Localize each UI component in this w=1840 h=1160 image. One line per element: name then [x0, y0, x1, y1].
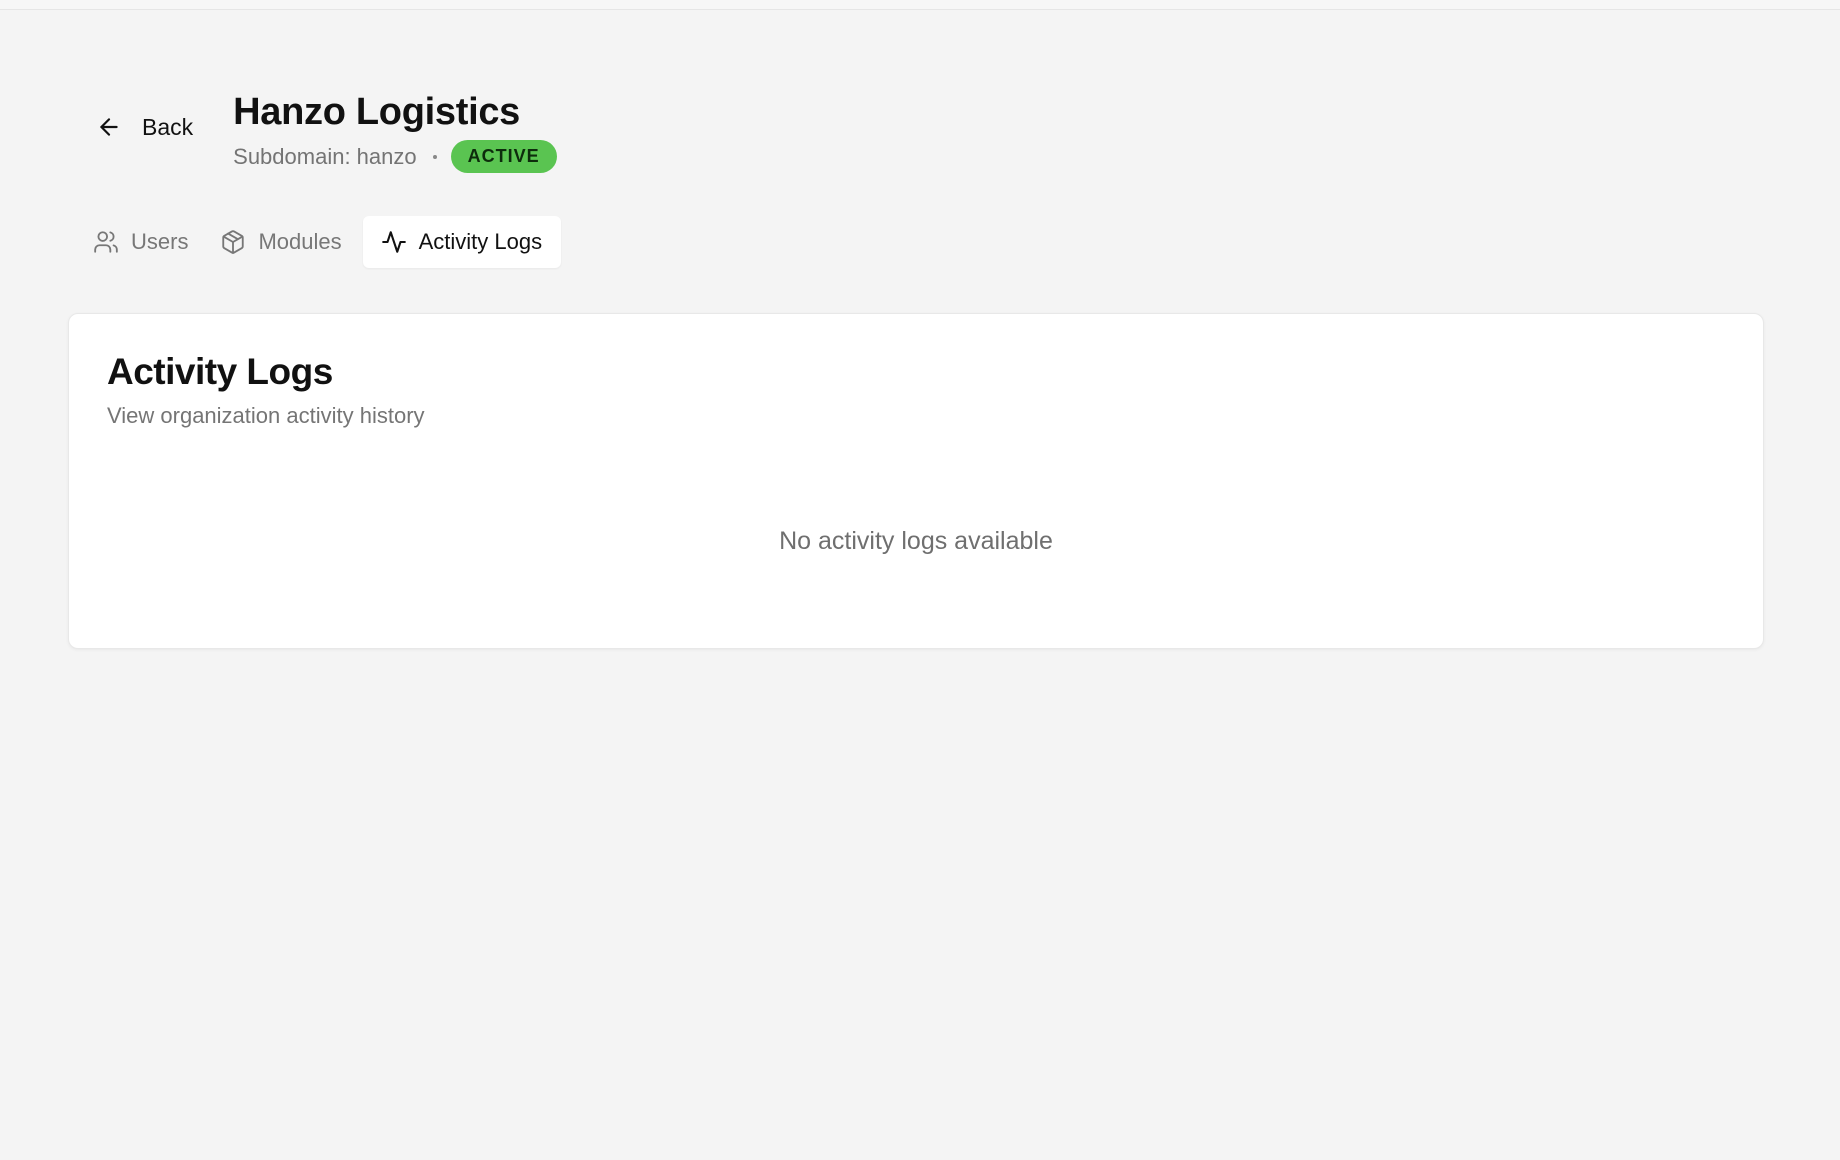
page-title: Hanzo Logistics [233, 91, 521, 133]
tab-users[interactable]: Users [82, 216, 207, 268]
tab-modules[interactable]: Modules [209, 216, 360, 268]
separator-dot [432, 154, 437, 159]
back-button[interactable]: Back [88, 105, 201, 149]
tab-activity-logs-label: Activity Logs [418, 229, 543, 254]
arrow-left-icon [100, 118, 118, 136]
tab-modules-label: Modules [258, 229, 342, 254]
page-header: Back Hanzo Logistics Subdomain: hanzo AC… [88, 88, 557, 173]
tab-bar: Users Modules Activity Logs [82, 216, 563, 268]
card-subtitle: View organization activity history [107, 403, 425, 428]
users-icon [94, 231, 118, 253]
subdomain-text: Subdomain: hanzo [233, 143, 417, 169]
tab-activity-logs[interactable]: Activity Logs [362, 216, 562, 268]
activity-logs-card: Activity Logs View organization activity… [68, 313, 1764, 649]
back-label: Back [142, 113, 194, 140]
org-meta: Subdomain: hanzo ACTIVE [233, 140, 557, 173]
empty-state-message: No activity logs available [779, 527, 1053, 555]
status-badge: ACTIVE [450, 140, 557, 173]
title-block: Hanzo Logistics Subdomain: hanzo ACTIVE [233, 88, 557, 173]
top-bar [0, 0, 1840, 10]
card-title: Activity Logs [107, 351, 333, 392]
tab-users-label: Users [131, 229, 189, 254]
activity-icon [381, 231, 406, 253]
package-icon [222, 230, 245, 254]
